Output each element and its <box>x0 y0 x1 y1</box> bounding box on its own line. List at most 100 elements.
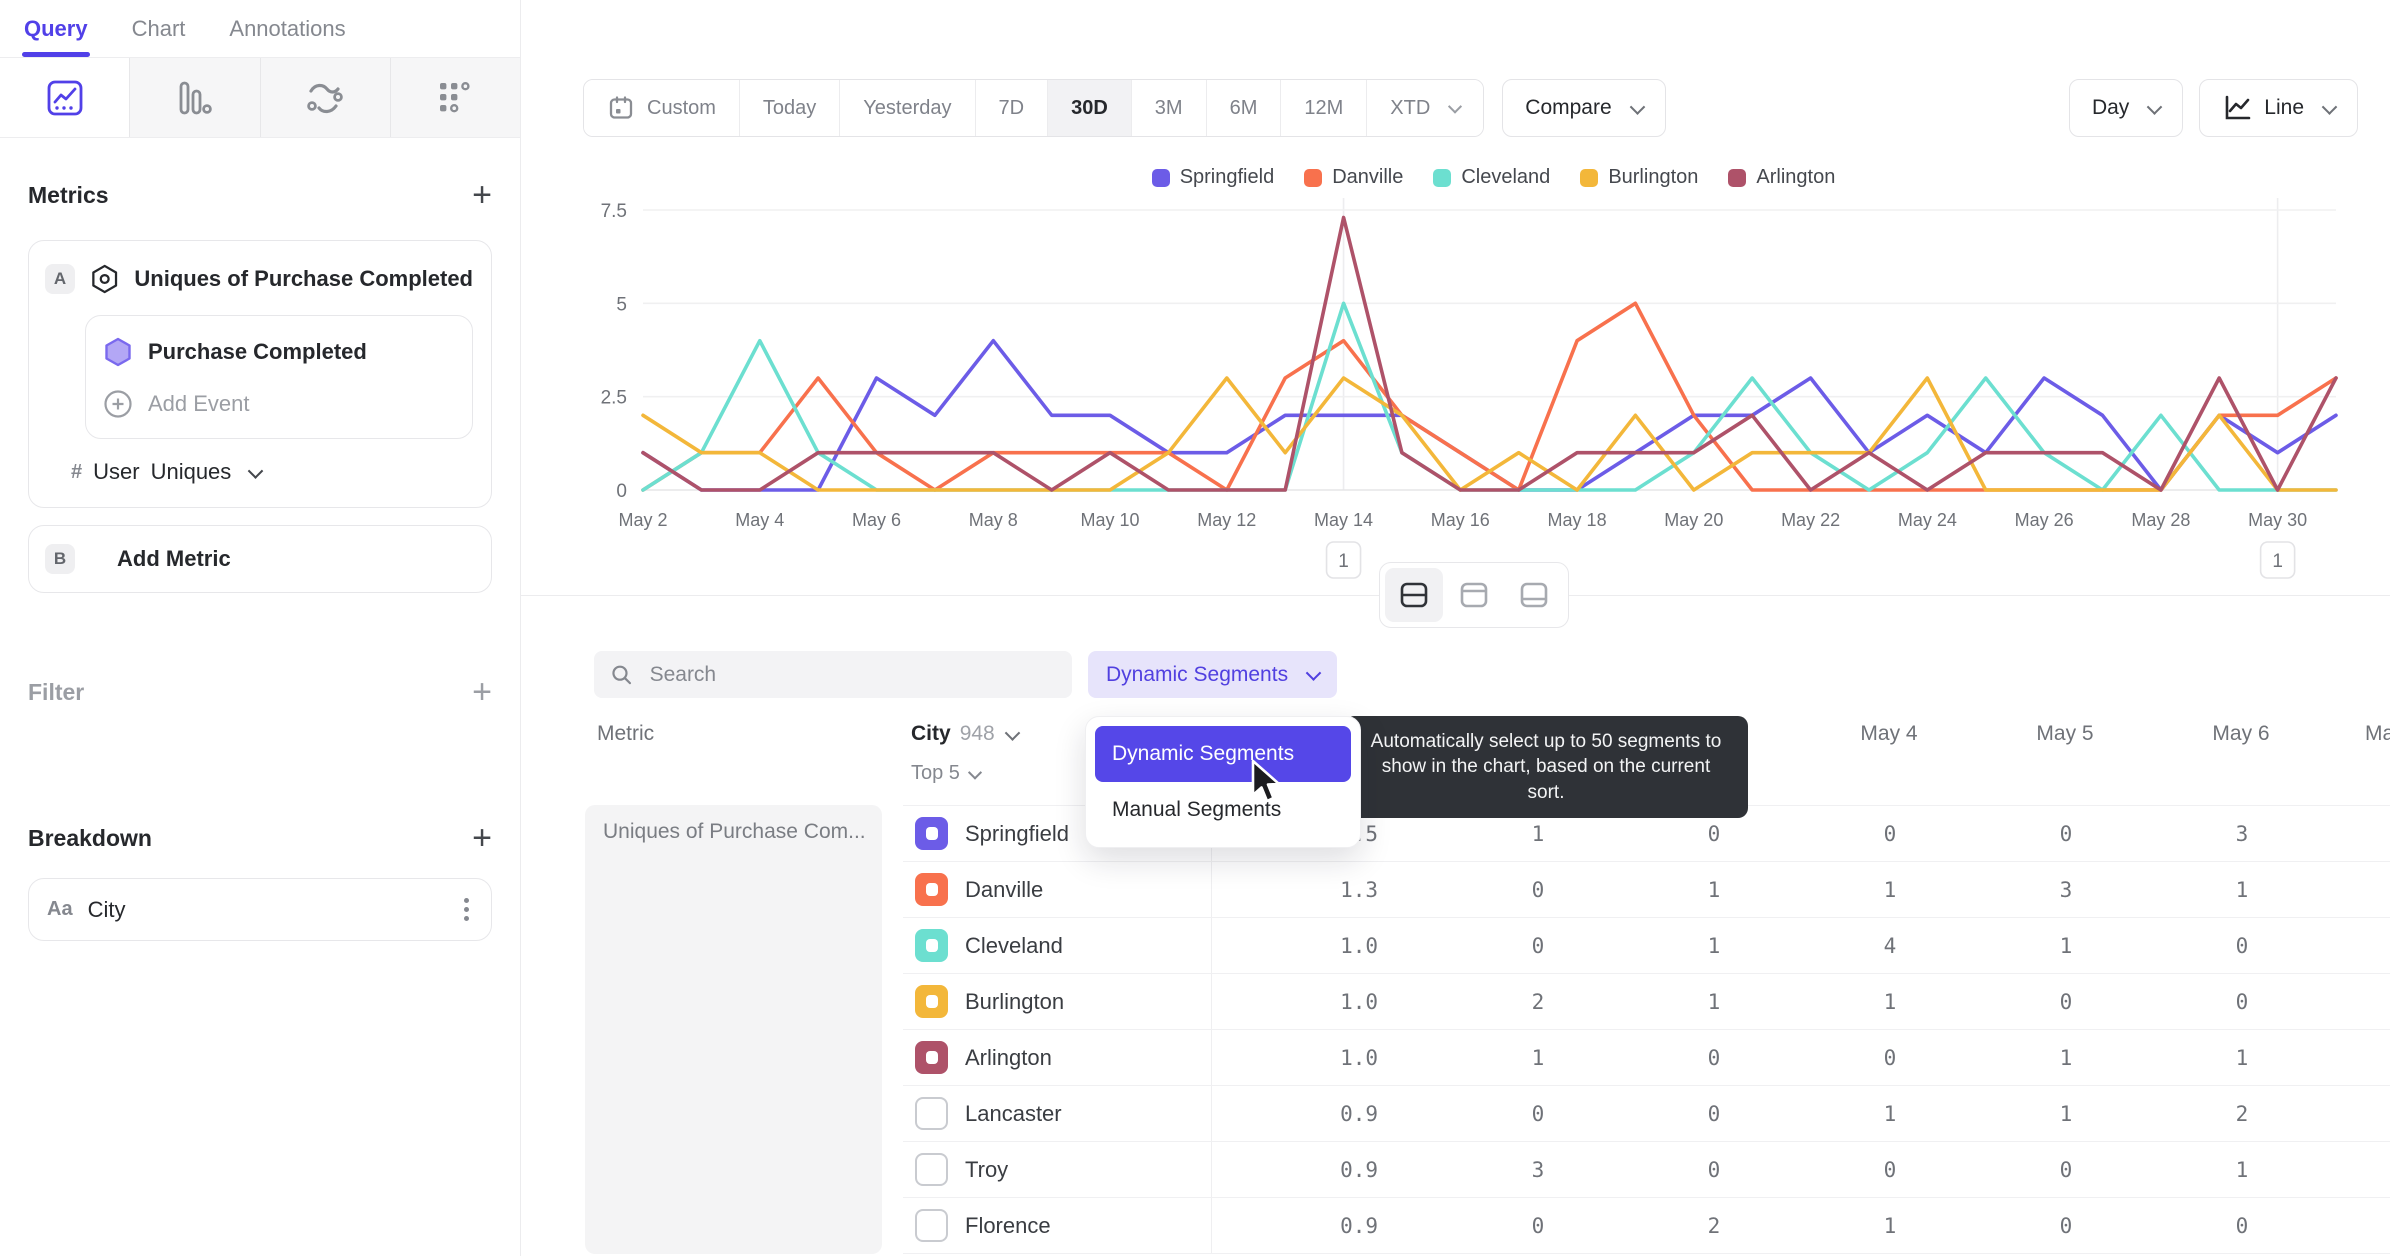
nav-tab-query[interactable]: Query <box>22 0 90 57</box>
top-n-selector[interactable]: Top 5 <box>911 762 983 785</box>
layout-split-button[interactable] <box>1385 568 1443 622</box>
segment-mode-button[interactable]: Dynamic Segments <box>1088 651 1338 698</box>
layout-bottom-button[interactable] <box>1505 568 1563 622</box>
dropdown-item-dynamic-segments[interactable]: Dynamic Segments <box>1095 726 1351 782</box>
range-yesterday[interactable]: Yesterday <box>840 80 976 136</box>
line-chart-canvas[interactable]: 0 2.5 5 7.5 May 2 May 4 May 6 May 8 May 10 May 12… <box>521 160 2390 590</box>
range-12m[interactable]: 12M <box>1281 80 1368 136</box>
add-metric-plus-icon[interactable]: + <box>472 178 492 212</box>
svg-text:2.5: 2.5 <box>601 388 627 409</box>
chart-type-tab-scatter-grid[interactable] <box>391 58 520 137</box>
svg-text:May 12: May 12 <box>1197 510 1256 530</box>
metric-card-a: A Uniques of Purchase Completed Purchase… <box>28 240 492 508</box>
range-custom[interactable]: Custom <box>584 80 740 136</box>
segment-checkbox-checked[interactable] <box>915 817 948 850</box>
table-row-danville: Danville 1.3 0 1 1 3 1 <box>903 862 2390 918</box>
range-3m[interactable]: 3M <box>1131 80 1207 136</box>
cell-value: 0 <box>2059 1213 2073 1238</box>
event-hexagon-icon <box>105 337 131 367</box>
avg-value: 0.9 <box>1340 1101 1378 1126</box>
city-name: Arlington <box>965 1044 1052 1070</box>
city-name: Burlington <box>965 988 1065 1014</box>
nav-tab-annotations[interactable]: Annotations <box>229 0 345 57</box>
segment-checkbox-checked[interactable] <box>915 929 948 962</box>
line-chart-icon <box>2225 95 2251 120</box>
range-30d[interactable]: 30D <box>1048 80 1132 136</box>
svg-text:May 30: May 30 <box>2248 510 2307 530</box>
measure-row[interactable]: # User Uniques <box>71 459 473 485</box>
cell-value: 0 <box>2235 1213 2249 1238</box>
chart-style-button[interactable]: Line <box>2199 79 2358 137</box>
granularity-button[interactable]: Day <box>2068 79 2184 137</box>
svg-text:1: 1 <box>2272 551 2283 572</box>
date-column-header: May 4 <box>1860 722 1918 745</box>
bottom-layout-icon <box>1520 582 1548 608</box>
city-name: Cleveland <box>965 932 1063 958</box>
add-event-label: Add Event <box>148 391 250 416</box>
top-layout-icon <box>1460 582 1488 608</box>
city-name: Troy <box>965 1156 1009 1182</box>
dropdown-item-manual-segments[interactable]: Manual Segments <box>1095 782 1351 838</box>
chart-type-tab-bar-chart[interactable] <box>130 58 261 137</box>
kebab-menu-icon[interactable] <box>460 894 473 925</box>
chevron-down-icon <box>1305 665 1322 681</box>
nav-tab-chart[interactable]: Chart <box>132 0 186 57</box>
cell-value: 1 <box>1531 1045 1545 1070</box>
avg-value: 1.0 <box>1340 933 1378 958</box>
date-range-group: Custom Today Yesterday 7D 30D 3M 6M 12M XTD <box>583 79 1485 137</box>
group-column-header[interactable]: City 948 <box>911 722 1021 746</box>
svg-text:May 14: May 14 <box>1314 510 1373 530</box>
table-row-arlington: Arlington 1.0 1 0 0 1 1 <box>903 1030 2390 1086</box>
add-filter-plus-icon[interactable]: + <box>472 675 492 709</box>
svg-text:7.5: 7.5 <box>601 201 627 222</box>
avg-value: 1.3 <box>1340 877 1378 902</box>
breakdown-city-card[interactable]: Aa City <box>28 878 492 941</box>
cell-value: 1 <box>1707 989 1721 1014</box>
cell-value: 0 <box>2059 1157 2073 1182</box>
annotation-badge[interactable]: 1 <box>1325 541 1362 579</box>
hexagon-metric-icon <box>92 264 118 294</box>
range-today[interactable]: Today <box>739 80 841 136</box>
cell-value: 1 <box>2235 1045 2249 1070</box>
range-xtd[interactable]: XTD <box>1367 80 1484 136</box>
segment-checkbox-checked[interactable] <box>915 1041 948 1074</box>
compare-button[interactable]: Compare <box>1502 79 1666 137</box>
city-name: Florence <box>965 1212 1051 1238</box>
avg-value: 0.9 <box>1340 1213 1378 1238</box>
segment-search[interactable] <box>594 651 1072 698</box>
svg-text:0: 0 <box>616 481 627 502</box>
segment-checkbox-checked[interactable] <box>915 985 948 1018</box>
range-6m[interactable]: 6M <box>1206 80 1282 136</box>
event-row[interactable]: Purchase Completed <box>102 330 456 374</box>
segment-checkbox-unchecked[interactable] <box>915 1209 948 1242</box>
layout-top-button[interactable] <box>1445 568 1503 622</box>
line-chart-icon <box>47 80 83 115</box>
range-7d[interactable]: 7D <box>975 80 1049 136</box>
chart-type-tab-line-chart[interactable] <box>0 58 131 137</box>
metric-b-badge: B <box>45 544 75 574</box>
table-row-cleveland: Cleveland 1.0 0 1 4 1 0 <box>903 918 2390 974</box>
segment-checkbox-checked[interactable] <box>915 873 948 906</box>
search-input[interactable] <box>647 661 1056 688</box>
avg-value: 0.9 <box>1340 1157 1378 1182</box>
layout-toggle-group <box>1379 562 1569 628</box>
svg-text:May 8: May 8 <box>969 510 1018 530</box>
segment-checkbox-unchecked[interactable] <box>915 1097 948 1130</box>
cell-value: 1 <box>1883 877 1897 902</box>
event-name: Purchase Completed <box>148 339 367 364</box>
cell-value: 0 <box>2235 933 2249 958</box>
add-breakdown-plus-icon[interactable]: + <box>472 821 492 855</box>
cell-value: 4 <box>1883 933 1897 958</box>
cell-value: 2 <box>2235 1101 2249 1126</box>
metric-card-b[interactable]: B Add Metric <box>28 525 492 593</box>
search-icon <box>612 665 632 684</box>
chart-type-tab-flow[interactable] <box>261 58 391 137</box>
dynamic-segments-tooltip: Automatically select up to 50 segments t… <box>1333 716 1748 819</box>
cell-value: 1 <box>1707 933 1721 958</box>
cell-value: 0 <box>1531 1101 1545 1126</box>
segment-checkbox-unchecked[interactable] <box>915 1153 948 1186</box>
annotation-badge[interactable]: 1 <box>2259 541 2296 579</box>
avg-value: 1.0 <box>1340 989 1378 1014</box>
metric-a-row[interactable]: A Uniques of Purchase Completed <box>45 261 473 297</box>
add-event-row[interactable]: Add Event <box>102 374 456 424</box>
